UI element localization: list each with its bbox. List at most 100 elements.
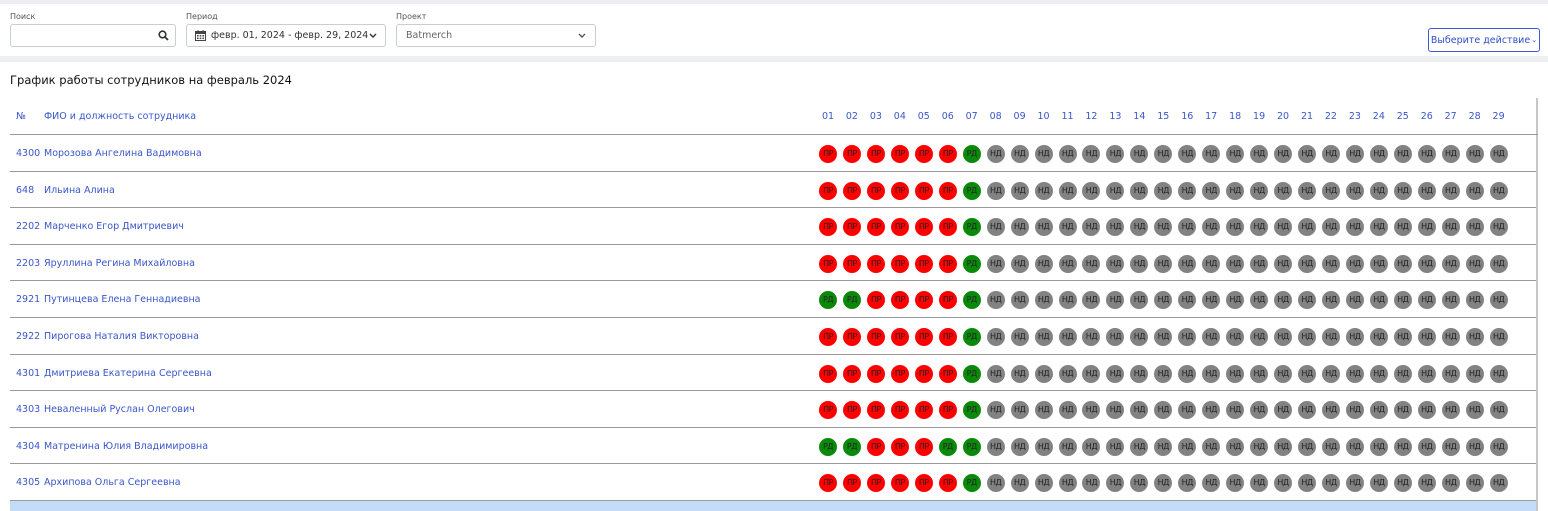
status-badge-rd[interactable]: РД (962, 145, 981, 163)
status-badge-pr[interactable]: ПР (890, 145, 909, 163)
status-badge-nd[interactable]: НД (1393, 291, 1412, 310)
employee-name[interactable]: Матренина Юлия Владимировна (44, 441, 208, 452)
status-badge-pr[interactable]: ПР (819, 181, 837, 200)
period-picker[interactable]: февр. 01, 2024 - февр. 29, 2024 (186, 24, 386, 47)
status-badge-nd[interactable]: НД (1489, 218, 1508, 237)
status-badge-pr[interactable]: ПР (914, 328, 933, 346)
status-badge-nd[interactable]: НД (1250, 145, 1269, 163)
status-badge-nd[interactable]: НД (1417, 437, 1436, 456)
status-badge-nd[interactable]: НД (1058, 401, 1077, 420)
status-badge-nd[interactable]: НД (1202, 328, 1221, 346)
status-badge-nd[interactable]: НД (1226, 218, 1245, 237)
status-badge-nd[interactable]: НД (1202, 181, 1221, 200)
status-badge-nd[interactable]: НД (1178, 364, 1197, 383)
status-badge-pr[interactable]: ПР (842, 328, 861, 346)
status-badge-nd[interactable]: НД (1345, 328, 1364, 346)
status-badge-nd[interactable]: НД (1465, 254, 1484, 273)
status-badge-nd[interactable]: НД (1417, 364, 1436, 383)
status-badge-pr[interactable]: ПР (914, 437, 933, 456)
status-badge-nd[interactable]: НД (1345, 401, 1364, 420)
status-badge-nd[interactable]: НД (1178, 474, 1197, 493)
status-badge-nd[interactable]: НД (986, 181, 1005, 200)
status-badge-rd[interactable]: РД (962, 437, 981, 456)
status-badge-nd[interactable]: НД (1250, 437, 1269, 456)
status-badge-pr[interactable]: ПР (890, 291, 909, 310)
status-badge-nd[interactable]: НД (1298, 145, 1316, 163)
status-badge-rd[interactable]: РД (962, 401, 981, 420)
status-badge-nd[interactable]: НД (1393, 328, 1412, 346)
status-badge-nd[interactable]: НД (1130, 364, 1149, 383)
status-badge-nd[interactable]: НД (1010, 254, 1029, 273)
table-row[interactable]: 4303 Неваленный Руслан Олегович ПР ПР ПР ПР ПР… (10, 391, 1536, 428)
status-badge-pr[interactable]: ПР (842, 254, 861, 273)
status-badge-nd[interactable]: НД (1178, 145, 1197, 163)
status-badge-nd[interactable]: НД (1106, 254, 1125, 273)
status-badge-nd[interactable]: НД (1393, 145, 1412, 163)
status-badge-nd[interactable]: НД (1321, 291, 1340, 310)
status-badge-nd[interactable]: НД (1465, 364, 1484, 383)
status-badge-nd[interactable]: НД (1393, 474, 1412, 493)
status-badge-pr[interactable]: ПР (866, 437, 885, 456)
status-badge-nd[interactable]: НД (1010, 437, 1029, 456)
status-badge-nd[interactable]: НД (1274, 181, 1293, 200)
status-badge-pr[interactable]: ПР (866, 145, 885, 163)
chevron-down-icon[interactable] (578, 33, 586, 39)
status-badge-nd[interactable]: НД (1298, 254, 1316, 273)
status-badge-nd[interactable]: НД (1058, 364, 1077, 383)
status-badge-pr[interactable]: ПР (938, 401, 957, 420)
status-badge-rd[interactable]: РД (938, 437, 957, 456)
table-row[interactable]: 2922 Пирогова Наталия Викторовна ПР ПР ПР ПР П… (10, 318, 1536, 355)
status-badge-rd[interactable]: РД (819, 437, 837, 456)
status-badge-rd[interactable]: РД (962, 218, 981, 237)
status-badge-pr[interactable]: ПР (819, 401, 837, 420)
status-badge-nd[interactable]: НД (1010, 364, 1029, 383)
status-badge-nd[interactable]: НД (1369, 474, 1388, 493)
status-badge-nd[interactable]: НД (986, 145, 1005, 163)
status-badge-nd[interactable]: НД (1298, 364, 1316, 383)
status-badge-rd[interactable]: РД (962, 291, 981, 310)
status-badge-pr[interactable]: ПР (938, 145, 957, 163)
status-badge-pr[interactable]: ПР (819, 328, 837, 346)
status-badge-pr[interactable]: ПР (890, 437, 909, 456)
status-badge-pr[interactable]: ПР (842, 181, 861, 200)
status-badge-pr[interactable]: ПР (819, 254, 837, 273)
status-badge-nd[interactable]: НД (1250, 474, 1269, 493)
employee-id[interactable]: 2921 (16, 294, 40, 305)
table-row[interactable]: 4305 Архипова Ольга Сергеевна ПР ПР ПР ПР ПР ПР… (10, 464, 1536, 501)
status-badge-nd[interactable]: НД (1345, 145, 1364, 163)
status-badge-pr[interactable]: ПР (890, 181, 909, 200)
status-badge-nd[interactable]: НД (1465, 291, 1484, 310)
status-badge-pr[interactable]: ПР (842, 474, 861, 493)
employee-name[interactable]: Пирогова Наталия Викторовна (44, 331, 199, 342)
status-badge-nd[interactable]: НД (1034, 437, 1053, 456)
status-badge-nd[interactable]: НД (1178, 218, 1197, 237)
status-badge-nd[interactable]: НД (1106, 218, 1125, 237)
status-badge-nd[interactable]: НД (1106, 437, 1125, 456)
status-badge-nd[interactable]: НД (1465, 145, 1484, 163)
status-badge-nd[interactable]: НД (1010, 181, 1029, 200)
status-badge-pr[interactable]: ПР (890, 401, 909, 420)
status-badge-nd[interactable]: НД (1226, 291, 1245, 310)
status-badge-nd[interactable]: НД (1202, 364, 1221, 383)
table-row[interactable]: 2203 Яруллина Регина Михайловна ПР ПР ПР ПР ПР… (10, 245, 1536, 282)
status-badge-nd[interactable]: НД (1130, 474, 1149, 493)
status-badge-nd[interactable]: НД (1202, 401, 1221, 420)
status-badge-nd[interactable]: НД (1321, 437, 1340, 456)
status-badge-nd[interactable]: НД (1250, 254, 1269, 273)
employee-id[interactable]: 2202 (16, 221, 40, 232)
status-badge-nd[interactable]: НД (1417, 181, 1436, 200)
status-badge-nd[interactable]: НД (1250, 364, 1269, 383)
status-badge-nd[interactable]: НД (1010, 474, 1029, 493)
status-badge-nd[interactable]: НД (1130, 437, 1149, 456)
table-row[interactable]: 648 Ильина Алина ПР ПР ПР ПР ПР ПР РД НД НД НД НД НД Н… (10, 172, 1536, 209)
status-badge-nd[interactable]: НД (1345, 437, 1364, 456)
status-badge-nd[interactable]: НД (1154, 364, 1173, 383)
status-badge-nd[interactable]: НД (1321, 328, 1340, 346)
status-badge-rd[interactable]: РД (842, 437, 861, 456)
status-badge-rd[interactable]: РД (962, 254, 981, 273)
status-badge-nd[interactable]: НД (1298, 218, 1316, 237)
status-badge-rd[interactable]: РД (962, 474, 981, 493)
employee-id[interactable]: 4300 (16, 148, 40, 159)
employee-name[interactable]: Путинцева Елена Геннадиевна (44, 294, 201, 305)
status-badge-pr[interactable]: ПР (938, 181, 957, 200)
